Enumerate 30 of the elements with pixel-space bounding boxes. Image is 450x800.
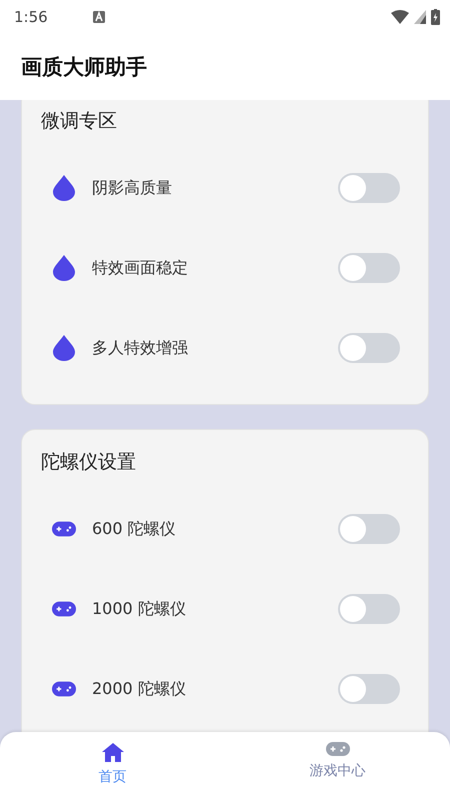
toggle-switch[interactable] [338, 253, 400, 283]
setting-label: 2000 陀螺仪 [92, 678, 186, 700]
toggle-switch[interactable] [338, 173, 400, 203]
toggle-switch[interactable] [338, 514, 400, 544]
gamepad-icon [52, 521, 76, 537]
app-title: 画质大师助手 [21, 54, 147, 81]
setting-label: 多人特效增强 [92, 338, 188, 358]
signal-icon [414, 10, 426, 24]
gamepad-icon [326, 742, 350, 756]
toggle-switch[interactable] [338, 333, 400, 363]
home-icon [102, 742, 124, 762]
drop-icon [52, 255, 76, 281]
drop-icon [52, 335, 76, 361]
wifi-icon [391, 10, 409, 24]
setting-label: 1000 陀螺仪 [92, 598, 186, 620]
notification-icon [92, 11, 105, 23]
nav-tab[interactable]: 首页 [0, 732, 225, 800]
drop-icon [52, 175, 76, 201]
toggle-switch[interactable] [338, 594, 400, 624]
gamepad-icon [52, 601, 76, 617]
setting-label: 600 陀螺仪 [92, 518, 176, 540]
setting-label: 阴影高质量 [92, 178, 172, 198]
section-title: 陀螺仪设置 [41, 450, 137, 475]
section-title: 微调专区 [41, 109, 118, 134]
gamepad-icon [52, 681, 76, 697]
status-time: 1:56 [14, 8, 48, 26]
nav-tab[interactable]: 游戏中心 [225, 732, 450, 800]
toggle-switch[interactable] [338, 674, 400, 704]
battery-icon [431, 9, 440, 25]
setting-label: 特效画面稳定 [92, 258, 188, 278]
